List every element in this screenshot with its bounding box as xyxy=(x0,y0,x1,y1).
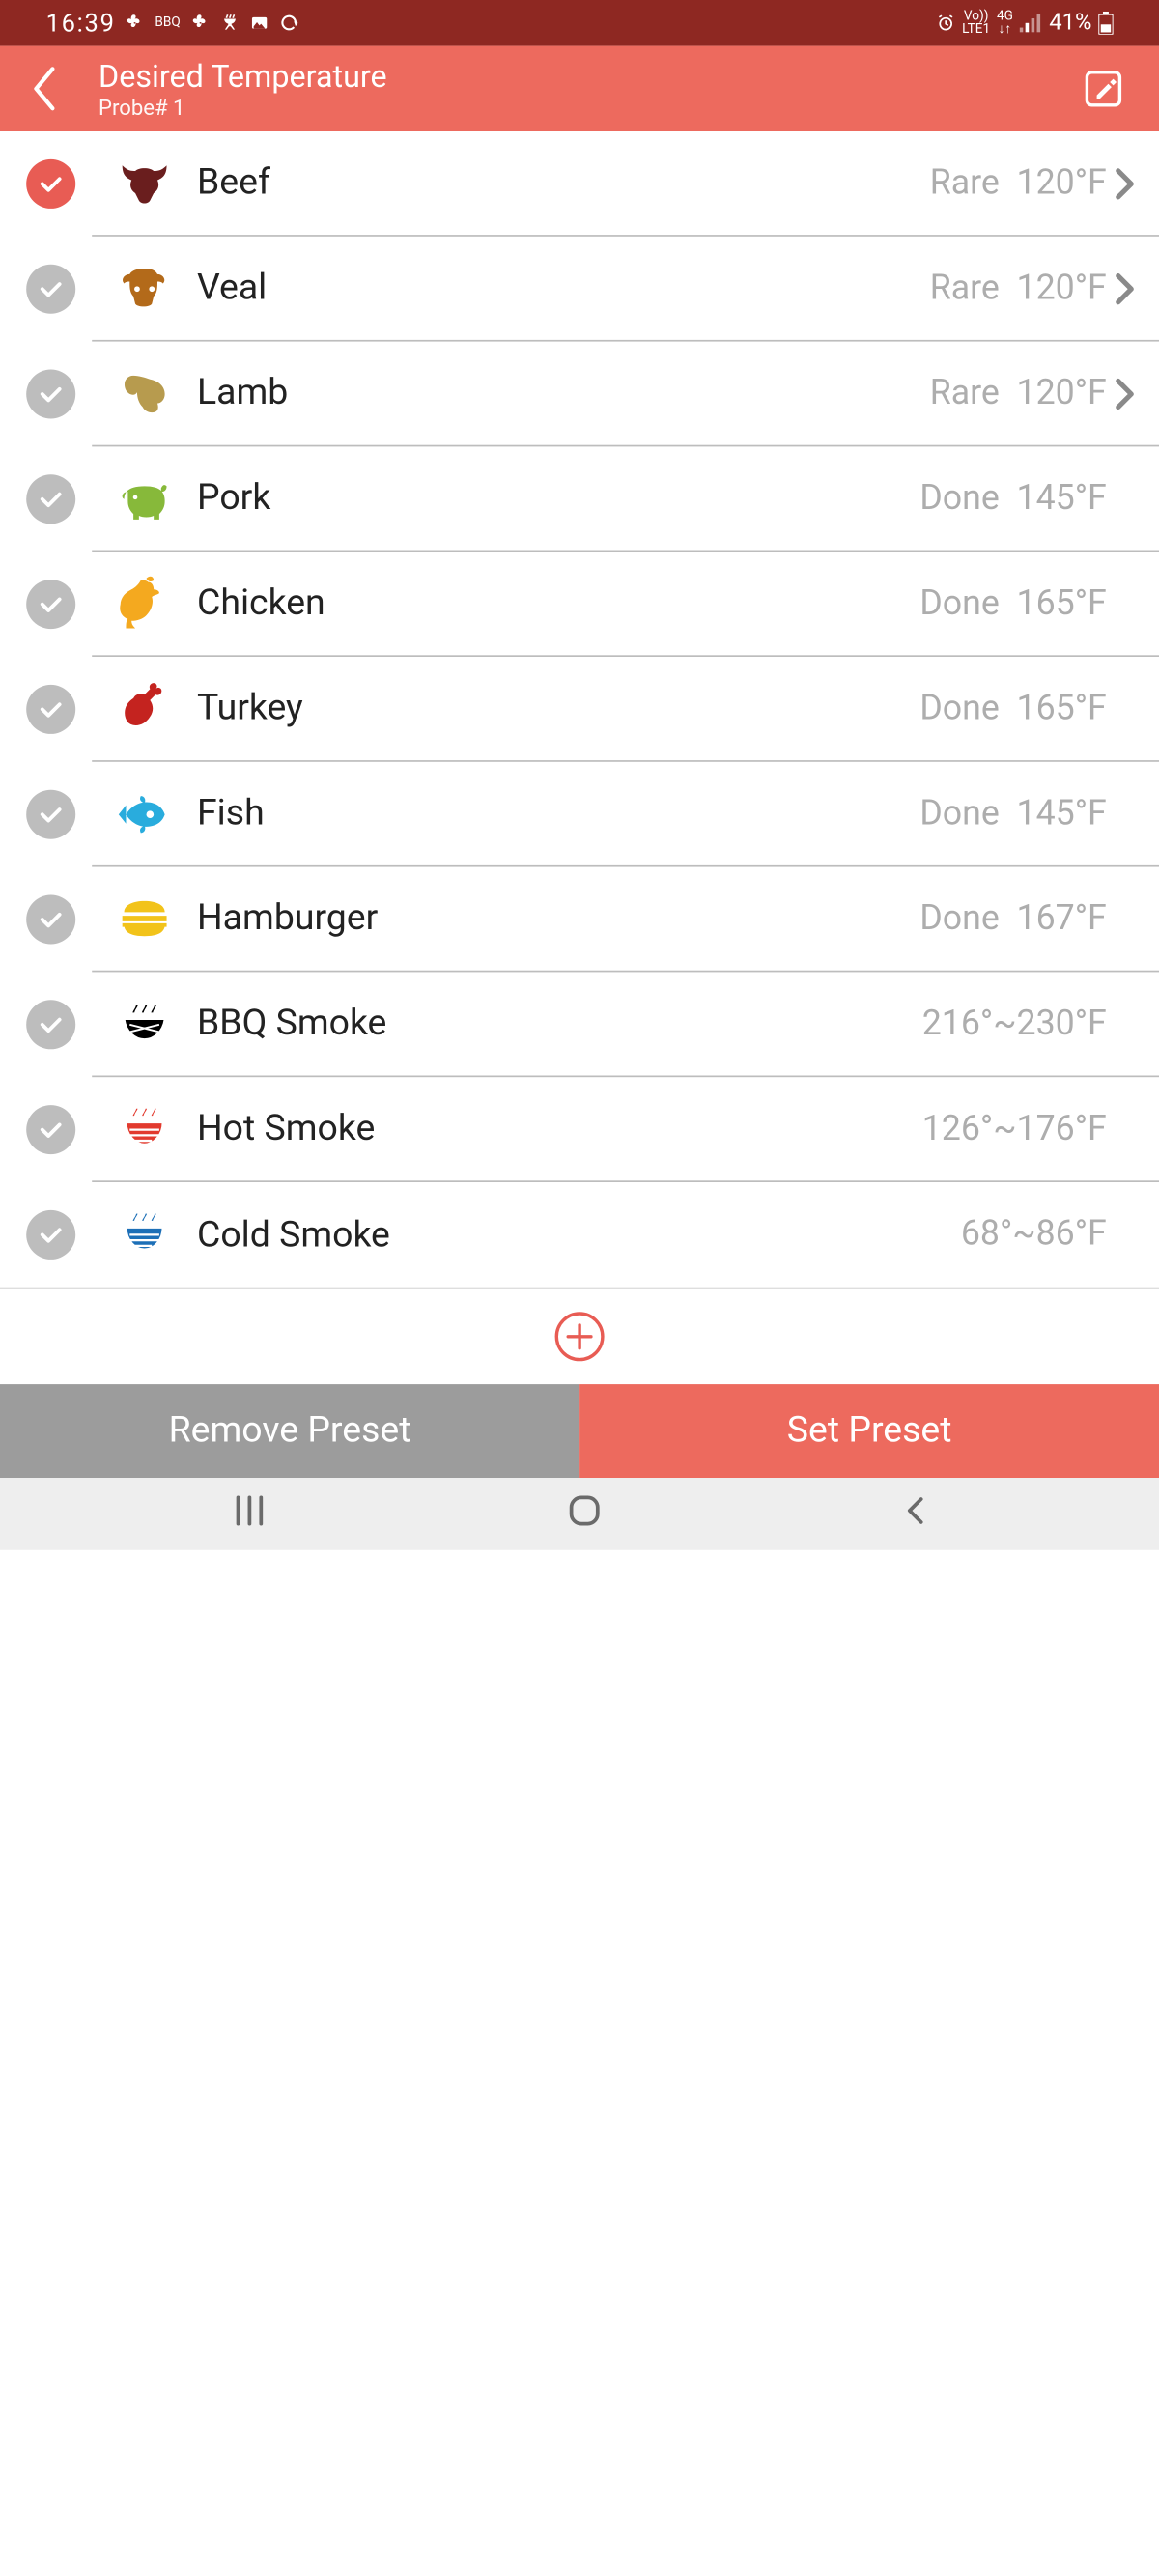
grill-icon xyxy=(220,14,240,33)
hot-smoke-icon xyxy=(108,1099,181,1158)
select-check[interactable] xyxy=(26,370,75,419)
select-check[interactable] xyxy=(26,895,75,945)
preset-value: Rare 120°F xyxy=(930,269,1107,308)
fan-icon xyxy=(190,14,210,33)
nav-back-button[interactable] xyxy=(901,1492,927,1535)
status-time: 16:39 xyxy=(46,9,116,39)
battery-percent: 41% xyxy=(1049,10,1091,36)
preset-list: BeefRare 120°FVealRare 120°FLambRare 120… xyxy=(0,131,1159,1288)
select-check[interactable] xyxy=(26,580,75,629)
preset-value: Done 145°F xyxy=(919,794,1106,834)
preset-name: Hamburger xyxy=(197,898,919,940)
bbq-smoke-icon xyxy=(108,994,181,1053)
battery-icon xyxy=(1098,12,1113,35)
chevron-right-icon xyxy=(1107,375,1143,410)
drumstick-icon xyxy=(108,679,181,738)
preset-value: Done 145°F xyxy=(919,479,1106,519)
preset-row[interactable]: ChickenDone 165°F xyxy=(0,552,1159,657)
status-bar: 16:39 BBQ Vo)) LTE1 4G ↓↑ 41% xyxy=(0,0,1159,46)
select-check[interactable] xyxy=(26,1105,75,1154)
signal-icon xyxy=(1020,14,1043,33)
preset-row[interactable]: VealRare 120°F xyxy=(0,237,1159,342)
lte-indicator: LTE1 xyxy=(962,23,990,37)
preset-name: Fish xyxy=(197,793,919,835)
preset-name: Hot Smoke xyxy=(197,1109,922,1150)
set-preset-label: Set Preset xyxy=(787,1410,952,1452)
android-nav-bar xyxy=(0,1478,1159,1550)
bull-icon xyxy=(108,154,181,212)
fish-icon xyxy=(108,784,181,843)
preset-name: Turkey xyxy=(197,688,919,729)
back-button[interactable] xyxy=(30,64,96,113)
recents-button[interactable] xyxy=(232,1492,268,1535)
preset-value: 216°~230°F xyxy=(922,1005,1107,1044)
edit-button[interactable] xyxy=(1074,69,1123,108)
select-check[interactable] xyxy=(26,265,75,314)
select-check[interactable] xyxy=(26,685,75,734)
preset-name: Pork xyxy=(197,478,919,520)
select-check[interactable] xyxy=(26,1210,75,1260)
preset-value: Done 167°F xyxy=(919,899,1106,939)
chevron-right-icon xyxy=(1107,165,1143,201)
app-header: Desired Temperature Probe# 1 xyxy=(0,46,1159,131)
preset-row[interactable]: LambRare 120°F xyxy=(0,342,1159,447)
home-button[interactable] xyxy=(567,1492,603,1535)
remove-preset-label: Remove Preset xyxy=(169,1410,411,1452)
preset-value: Rare 120°F xyxy=(930,374,1107,413)
preset-name: Beef xyxy=(197,162,930,204)
set-preset-button[interactable]: Set Preset xyxy=(580,1384,1159,1478)
preset-value: Rare 120°F xyxy=(930,163,1107,203)
preset-name: Veal xyxy=(197,268,930,309)
preset-name: Cold Smoke xyxy=(197,1214,961,1256)
arrows-indicator: ↓↑ xyxy=(999,23,1012,37)
preset-name: Chicken xyxy=(197,583,919,625)
preset-value: Done 165°F xyxy=(919,689,1106,728)
preset-row[interactable]: BBQ Smoke216°~230°F xyxy=(0,972,1159,1077)
preset-row[interactable]: TurkeyDone 165°F xyxy=(0,657,1159,762)
preset-name: Lamb xyxy=(197,373,930,414)
chevron-right-icon xyxy=(1107,270,1143,306)
preset-value: Done 165°F xyxy=(919,583,1106,623)
cold-smoke-icon xyxy=(108,1205,181,1264)
image-icon xyxy=(249,14,269,33)
pig-icon xyxy=(108,468,181,527)
burger-icon xyxy=(108,890,181,948)
preset-value: 68°~86°F xyxy=(961,1215,1107,1255)
preset-row[interactable]: PorkDone 145°F xyxy=(0,446,1159,552)
ram-icon xyxy=(108,364,181,423)
preset-row[interactable]: Hot Smoke126°~176°F xyxy=(0,1077,1159,1182)
select-check[interactable] xyxy=(26,159,75,209)
select-check[interactable] xyxy=(26,474,75,524)
add-preset-button[interactable] xyxy=(555,1312,605,1361)
preset-value: 126°~176°F xyxy=(922,1109,1107,1148)
refresh-icon xyxy=(279,14,298,33)
preset-row[interactable]: BeefRare 120°F xyxy=(0,131,1159,237)
preset-name: BBQ Smoke xyxy=(197,1004,922,1045)
select-check[interactable] xyxy=(26,1000,75,1049)
preset-row[interactable]: FishDone 145°F xyxy=(0,762,1159,867)
bbq-indicator: BBQ xyxy=(155,16,180,30)
remove-preset-button[interactable]: Remove Preset xyxy=(0,1384,580,1478)
page-title: Desired Temperature xyxy=(99,57,1074,95)
rooster-icon xyxy=(108,574,181,633)
preset-row[interactable]: Cold Smoke68°~86°F xyxy=(0,1182,1159,1288)
cow-icon xyxy=(108,259,181,318)
fan-icon xyxy=(126,14,145,33)
page-subtitle: Probe# 1 xyxy=(99,96,1074,121)
select-check[interactable] xyxy=(26,790,75,839)
alarm-icon xyxy=(936,14,955,33)
preset-row[interactable]: HamburgerDone 167°F xyxy=(0,867,1159,973)
